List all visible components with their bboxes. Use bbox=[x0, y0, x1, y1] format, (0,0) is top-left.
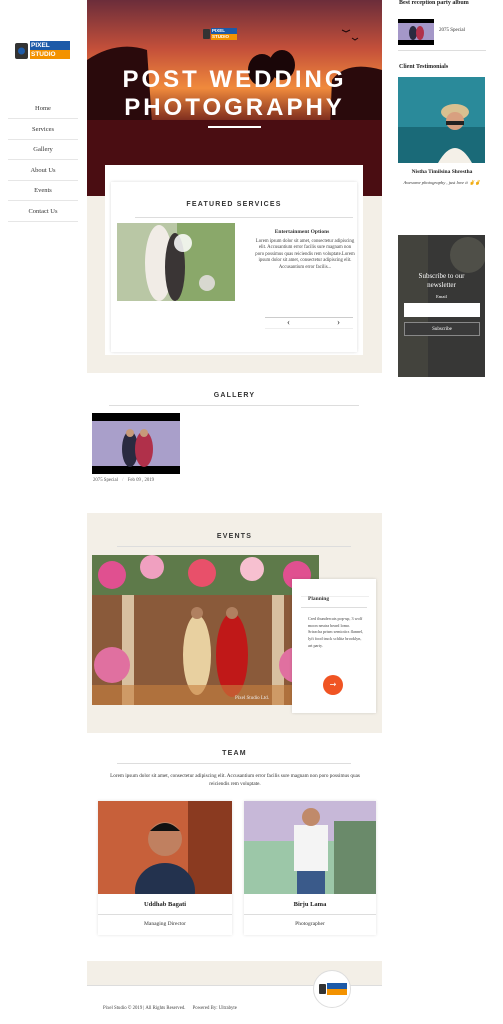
gallery-date: Feb 09 , 2019 bbox=[127, 478, 155, 483]
main-content: PIXEL STUDIO POST WEDDING PHOTOGRAPHY FE… bbox=[87, 0, 382, 1024]
gallery-heading: GALLERY bbox=[213, 392, 256, 399]
event-card-title: Planning bbox=[308, 596, 330, 602]
team-heading: TEAM bbox=[222, 750, 247, 757]
divider bbox=[117, 763, 351, 764]
event-card: Planning Cred thundercats pop-up, 3 wolf… bbox=[292, 579, 376, 713]
right-sidebar: Best reception party album 2075 Special … bbox=[397, 0, 489, 400]
team-intro: Lorem ipsum dolor sit amet, consectetur … bbox=[110, 773, 360, 787]
team-card: Birju Lama Photographer bbox=[244, 801, 376, 935]
nav-gallery[interactable]: Gallery bbox=[8, 140, 78, 160]
team-member-name: Uddhab Bagati bbox=[143, 901, 187, 908]
team-photo bbox=[98, 801, 232, 919]
footer-copyright: Pixel Studio © 2019 | All Rights Reserve… bbox=[103, 1006, 186, 1011]
featured-item-title: Entertainment Options bbox=[274, 229, 330, 235]
team-section: TEAM Lorem ipsum dolor sit amet, consect… bbox=[87, 733, 382, 961]
newsletter-heading: Subscribe to our newsletter bbox=[418, 272, 465, 289]
subscribe-button[interactable]: Subscribe bbox=[404, 322, 480, 336]
gallery-section: GALLERY 2075 Special / Feb 09 , 2019 bbox=[87, 373, 382, 513]
hero-divider bbox=[208, 126, 261, 128]
image-watermark: Pixel Studio Ltd. bbox=[235, 696, 270, 701]
testimonial-quote: Awesome photography , just love it bbox=[403, 180, 468, 185]
testimonial-text: Awesome photography , just love it ✌✌ bbox=[398, 180, 486, 186]
event-card-text: Cred thundercats pop-up, 3 wolf moon neu… bbox=[308, 616, 364, 648]
footer-logo[interactable] bbox=[313, 970, 351, 1008]
logo-text: PIXEL STUDIO bbox=[31, 42, 56, 58]
featured-service-image bbox=[117, 223, 235, 301]
testimonial-photo bbox=[398, 77, 485, 163]
nav-about-us[interactable]: About Us bbox=[8, 161, 78, 181]
hero-title-line2: PHOTOGRAPHY bbox=[124, 94, 345, 121]
footer: Pixel Studio © 2019 | All Rights Reserve… bbox=[87, 970, 382, 1024]
events-heading: EVENTS bbox=[216, 533, 253, 540]
thumbs-up-icon: ✌✌ bbox=[469, 180, 481, 185]
event-arrow-button[interactable]: → bbox=[323, 675, 343, 695]
newsletter-box: Subscribe to our newsletter Email Subscr… bbox=[398, 235, 485, 377]
gallery-image[interactable] bbox=[92, 413, 180, 474]
album-thumbnail[interactable] bbox=[398, 19, 434, 45]
email-input[interactable] bbox=[404, 303, 480, 317]
testimonials-heading: Client Testimonials bbox=[399, 64, 449, 70]
divider bbox=[117, 546, 351, 547]
album-heading: Best reception party album bbox=[399, 0, 469, 6]
pixel-studio-logo[interactable]: PIXEL STUDIO bbox=[15, 38, 71, 64]
gallery-caption: 2075 Special / Feb 09 , 2019 bbox=[93, 478, 154, 483]
gallery-tag[interactable]: 2075 Special bbox=[93, 478, 118, 483]
events-section: EVENTS Pixel Studio Ltd. Planning Cred t… bbox=[87, 513, 382, 733]
email-label: Email bbox=[436, 294, 447, 299]
team-member-name: Birju Lama bbox=[293, 901, 327, 908]
next-arrow-icon[interactable]: › bbox=[337, 317, 340, 327]
hero-logo: PIXEL STUDIO bbox=[203, 26, 237, 42]
hero-title-line1: POST WEDDING bbox=[122, 66, 347, 93]
nav-contact-us[interactable]: Contact Us bbox=[8, 202, 78, 222]
event-image: Pixel Studio Ltd. bbox=[92, 555, 319, 705]
divider bbox=[109, 405, 359, 406]
divider bbox=[135, 217, 353, 218]
hero-logo-text: PIXEL STUDIO bbox=[212, 28, 230, 39]
testimonial-name: Nistha Timilsina Shrestha bbox=[411, 169, 473, 175]
nav-services[interactable]: Services bbox=[8, 120, 78, 140]
footer-powered[interactable]: Powered By: Ultrabyte bbox=[193, 1006, 237, 1011]
prev-arrow-icon[interactable]: ‹ bbox=[287, 317, 290, 327]
album-item-label[interactable]: 2075 Special bbox=[439, 28, 465, 33]
left-sidebar: PIXEL STUDIO Home Services Gallery About… bbox=[0, 0, 86, 1024]
team-member-role: Managing Director bbox=[144, 921, 186, 927]
featured-item-text: Lorem ipsum dolor sit amet, consectetur … bbox=[255, 239, 355, 270]
nav-events[interactable]: Events bbox=[8, 181, 78, 201]
team-photo bbox=[244, 801, 376, 894]
featured-services-heading: FEATURED SERVICES bbox=[186, 201, 282, 208]
team-card: Uddhab Bagati Managing Director bbox=[98, 801, 232, 935]
featured-services-section: FEATURED SERVICES Entertainment Options … bbox=[105, 165, 363, 355]
caption-separator: / bbox=[122, 478, 124, 483]
slider-controls: ‹ › bbox=[265, 317, 353, 329]
nav-home[interactable]: Home bbox=[8, 99, 78, 119]
footer-text: Pixel Studio © 2019 | All Rights Reserve… bbox=[103, 1006, 237, 1011]
team-member-role: Photographer bbox=[295, 921, 325, 927]
